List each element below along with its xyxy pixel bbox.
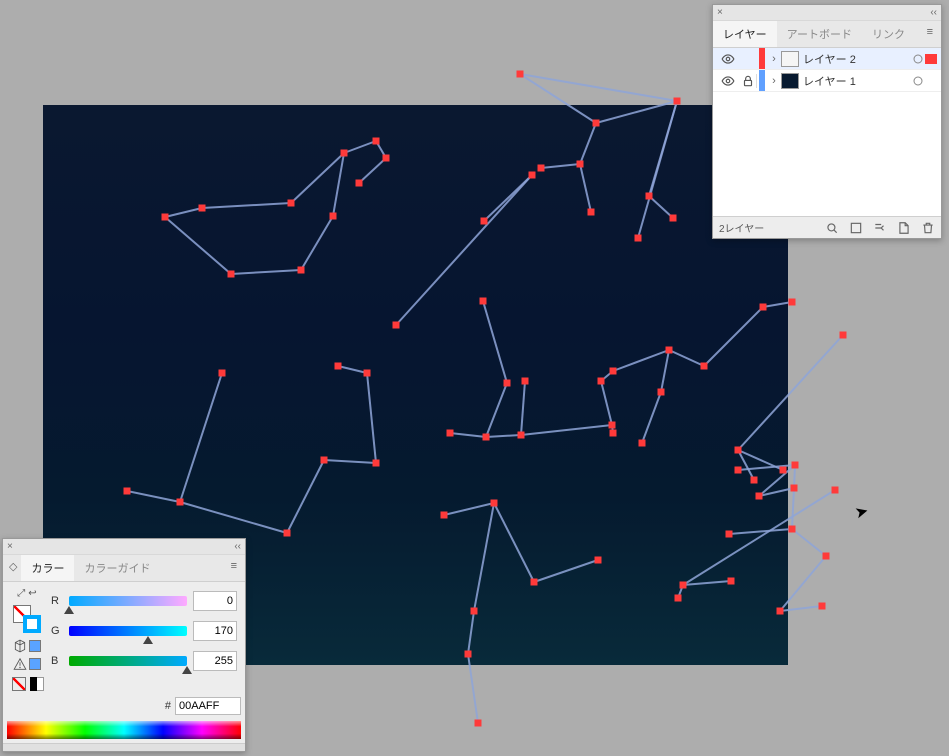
black-swatch[interactable]	[30, 677, 37, 691]
layer-row[interactable]: › レイヤー 2	[713, 48, 941, 70]
collapse-icon[interactable]: ‹‹	[930, 7, 937, 18]
close-icon[interactable]: ×	[7, 541, 13, 552]
panel-menu-icon[interactable]: ≡	[919, 21, 941, 47]
color-spectrum[interactable]	[7, 721, 241, 739]
locate-object-icon[interactable]	[825, 221, 839, 235]
fill-stroke-swatch[interactable]	[13, 605, 41, 633]
layer-thumbnail	[781, 51, 799, 67]
none-color-icon[interactable]	[12, 677, 26, 691]
b-label: B	[51, 655, 63, 667]
selection-indicator	[925, 76, 937, 86]
b-input[interactable]	[193, 651, 237, 671]
panel-titlebar: × ‹‹	[3, 539, 245, 555]
make-clipping-mask-icon[interactable]	[849, 221, 863, 235]
target-icon[interactable]	[911, 76, 925, 86]
stroke-swatch[interactable]	[23, 615, 41, 633]
tab-links[interactable]: リンク	[862, 21, 915, 47]
r-label: R	[51, 595, 63, 607]
chevron-right-icon[interactable]: ›	[767, 53, 781, 65]
warning-icon[interactable]	[13, 657, 41, 671]
layer-count-label: 2レイヤー	[719, 220, 764, 235]
layer-row[interactable]: › レイヤー 1	[713, 70, 941, 92]
hex-input[interactable]	[175, 697, 241, 715]
lock-toggle[interactable]	[739, 74, 757, 88]
layer-color	[759, 70, 765, 91]
tab-artboards[interactable]: アートボード	[777, 21, 862, 47]
g-label: G	[51, 625, 63, 637]
layer-list: › レイヤー 2 › レイヤー 1	[713, 48, 941, 216]
default-fill-stroke-icon[interactable]: ↩	[28, 588, 36, 599]
swap-fill-stroke-icon[interactable]: ⤢	[17, 588, 25, 599]
layer-thumbnail	[781, 73, 799, 89]
g-input[interactable]	[193, 621, 237, 641]
cube-icon[interactable]	[13, 639, 41, 653]
r-slider[interactable]	[69, 596, 187, 606]
mouse-cursor: ➤	[853, 501, 871, 524]
r-input[interactable]	[193, 591, 237, 611]
hex-label: #	[165, 700, 171, 712]
tab-layers[interactable]: レイヤー	[713, 21, 777, 47]
new-layer-icon[interactable]	[897, 221, 911, 235]
visibility-toggle[interactable]	[717, 74, 739, 88]
create-sublayer-icon[interactable]	[873, 221, 887, 235]
chevron-right-icon[interactable]: ›	[767, 75, 781, 87]
color-panel: × ‹‹ ◇ カラー カラーガイド ≡ ⤢ ↩	[2, 538, 246, 752]
layers-panel: × ‹‹ レイヤー アートボード リンク ≡ › レイヤー 2 › レイヤー 1 2レ…	[712, 4, 942, 239]
layer-color	[759, 48, 765, 69]
panel-tabs: ◇ カラー カラーガイド ≡	[3, 555, 245, 582]
tab-color[interactable]: カラー	[21, 555, 74, 581]
target-icon[interactable]	[911, 54, 925, 64]
b-slider[interactable]	[69, 656, 187, 666]
panel-scrollbar[interactable]	[3, 743, 245, 751]
panel-menu-icon[interactable]: ≡	[223, 555, 245, 581]
collapse-icon[interactable]: ‹‹	[234, 541, 241, 552]
panel-footer: 2レイヤー	[713, 216, 941, 238]
tab-color-guide[interactable]: カラーガイド	[74, 555, 160, 581]
selection-indicator	[925, 54, 937, 64]
layer-name[interactable]: レイヤー 1	[803, 73, 911, 89]
close-icon[interactable]: ×	[717, 7, 723, 18]
panel-tabs: レイヤー アートボード リンク ≡	[713, 21, 941, 48]
panel-titlebar: × ‹‹	[713, 5, 941, 21]
delete-layer-icon[interactable]	[921, 221, 935, 235]
visibility-toggle[interactable]	[717, 52, 739, 66]
layer-name[interactable]: レイヤー 2	[803, 51, 911, 67]
cycle-icon[interactable]: ◇	[3, 555, 21, 581]
white-swatch[interactable]	[37, 677, 44, 691]
g-slider[interactable]	[69, 626, 187, 636]
